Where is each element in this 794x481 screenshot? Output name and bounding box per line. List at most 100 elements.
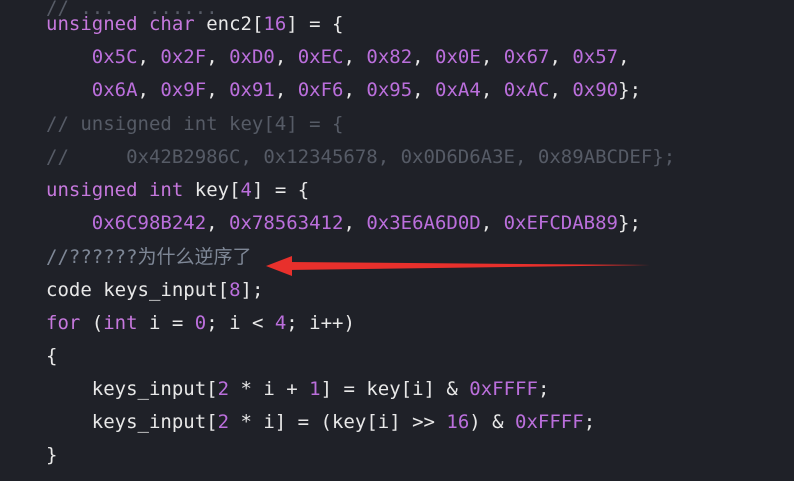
code-line-9: code keys_input[8]; xyxy=(46,274,263,307)
code-token: 0x3E6A6D0D xyxy=(366,212,481,234)
code-token: 0xAC xyxy=(503,79,550,101)
code-token: 0x90 xyxy=(572,79,619,101)
code-line-8: //??????为什么逆序了 xyxy=(46,241,252,274)
code-token: , xyxy=(549,79,573,101)
code-token: 0x91 xyxy=(229,79,275,101)
code-token: * i] = (key[i] >> xyxy=(229,411,447,433)
code-editor[interactable]: // ... ...... unsigned char enc2[16] = {… xyxy=(0,0,794,481)
code-token: }; xyxy=(618,212,641,234)
code-token: code xyxy=(46,279,92,301)
code-token: ; xyxy=(537,378,550,400)
code-line-7: 0x6C98B242, 0x78563412, 0x3E6A6D0D, 0xEF… xyxy=(46,207,641,240)
code-token: 2 xyxy=(217,378,230,400)
code-token: keys_input[ xyxy=(46,378,218,400)
code-token: , xyxy=(412,46,436,68)
code-token: 0x67 xyxy=(503,46,550,68)
code-token: ; xyxy=(583,411,596,433)
code-token: 0xFFFF xyxy=(469,378,538,400)
code-token: , xyxy=(549,46,573,68)
code-token: 0x78563412 xyxy=(229,212,344,234)
arrow-head xyxy=(266,256,292,276)
code-token: 0x82 xyxy=(366,46,413,68)
code-line-2: 0x5C, 0x2F, 0xD0, 0xEC, 0x82, 0x0E, 0x67… xyxy=(46,41,630,74)
code-token: , xyxy=(274,46,298,68)
code-token: ] = key[i] & xyxy=(320,378,470,400)
code-token: 0xF6 xyxy=(297,79,344,101)
code-token: ) & xyxy=(469,411,516,433)
code-token: 0xA4 xyxy=(435,79,481,101)
code-token: , xyxy=(206,79,230,101)
code-token: unsigned xyxy=(46,13,138,35)
code-token: 2 xyxy=(217,411,230,433)
code-token: 16 xyxy=(446,411,470,433)
code-token: 0xEFCDAB89 xyxy=(503,212,618,234)
code-token: 0 xyxy=(194,312,207,334)
code-token: , xyxy=(274,79,298,101)
code-token: 0xEC xyxy=(297,46,344,68)
code-line-5: // 0x42B2986C, 0x12345678, 0x0D6D6A3E, 0… xyxy=(46,141,675,174)
code-token: ] = { xyxy=(286,13,344,35)
code-token: 0x57 xyxy=(572,46,619,68)
code-token: 16 xyxy=(263,13,287,35)
code-token: , xyxy=(480,46,504,68)
code-token: [ xyxy=(229,179,241,201)
code-token: keys_input xyxy=(103,279,218,301)
code-token: ( xyxy=(80,312,104,334)
code-token: keys_input[ xyxy=(46,411,218,433)
code-token: //??????为什么逆序了 xyxy=(46,246,252,268)
code-token: 8 xyxy=(229,279,241,301)
code-line-4: // unsigned int key[4] = { xyxy=(46,108,343,141)
code-token: , xyxy=(480,212,504,234)
code-token: 4 xyxy=(274,312,287,334)
code-token: 0x5C xyxy=(91,46,138,68)
code-token: , xyxy=(480,79,504,101)
code-token: 0x9F xyxy=(160,79,207,101)
code-token: 4 xyxy=(240,179,252,201)
code-token: , xyxy=(343,79,367,101)
code-token: ; i < xyxy=(206,312,275,334)
code-token: ] = { xyxy=(251,179,310,201)
code-token: , xyxy=(343,46,367,68)
code-token: { xyxy=(46,345,58,367)
code-token: enc2 xyxy=(206,13,252,35)
code-token: for xyxy=(46,312,81,334)
code-token: key xyxy=(194,179,230,201)
code-token: int xyxy=(148,179,184,201)
arrow-shaft xyxy=(288,262,650,270)
code-token: 0x0E xyxy=(435,46,481,68)
code-line-12: keys_input[2 * i + 1] = key[i] & 0xFFFF; xyxy=(46,373,550,406)
code-token: } xyxy=(46,444,58,466)
code-token: 0x6A xyxy=(91,79,138,101)
code-token: , xyxy=(206,46,230,68)
code-token: , xyxy=(137,46,161,68)
code-token: 0x2F xyxy=(160,46,207,68)
code-token: 0xFFFF xyxy=(515,411,584,433)
code-token: , xyxy=(206,212,230,234)
code-token: unsigned xyxy=(46,179,138,201)
code-token: , xyxy=(343,212,367,234)
code-token: , xyxy=(412,79,436,101)
code-token: ]; xyxy=(240,279,264,301)
code-line-11: { xyxy=(46,340,57,373)
code-token: }; xyxy=(618,79,642,101)
code-token: , xyxy=(618,46,630,68)
code-line-14: } xyxy=(46,439,57,472)
code-token: [ xyxy=(251,13,264,35)
code-token: int xyxy=(103,312,138,334)
code-line-6: unsigned int key[4] = { xyxy=(46,174,309,207)
code-token: [ xyxy=(217,279,230,301)
code-token: char xyxy=(148,13,195,35)
code-token: // 0x42B2986C, 0x12345678, 0x0D6D6A3E, 0… xyxy=(46,146,676,168)
code-token: * i + xyxy=(229,378,310,400)
code-token: 0x95 xyxy=(366,79,413,101)
code-token: 0xD0 xyxy=(229,46,275,68)
code-token: i = xyxy=(137,312,195,334)
